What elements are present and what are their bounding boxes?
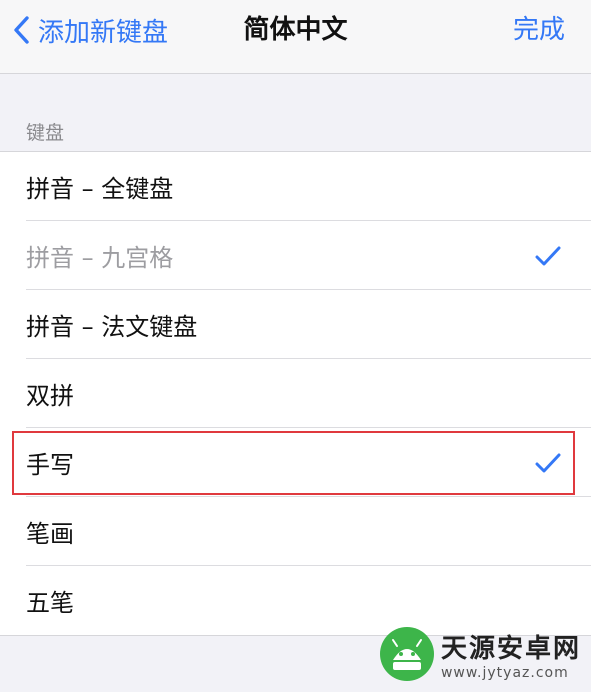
keyboard-row-pinyin-full[interactable]: 拼音 – 全键盘: [0, 152, 591, 221]
keyboard-row-label: 拼音 – 法文键盘: [26, 313, 198, 341]
page-title: 简体中文: [243, 15, 348, 45]
keyboard-row-shuangpin[interactable]: 双拼: [0, 359, 591, 428]
keyboard-list: 拼音 – 全键盘 拼音 – 九宫格 拼音 – 法文键盘 双拼 手写 笔画 五笔: [0, 151, 591, 636]
keyboard-row-label: 笔画: [26, 520, 74, 548]
keyboard-row-pinyin-9key[interactable]: 拼音 – 九宫格: [0, 221, 591, 290]
keyboard-row-label: 手写: [26, 451, 74, 479]
keyboard-row-label: 拼音 – 全键盘: [26, 175, 174, 203]
keyboard-row-wubi[interactable]: 五笔: [0, 566, 591, 635]
keyboard-row-label: 双拼: [26, 382, 74, 410]
navigation-bar: 添加新键盘 简体中文 完成: [0, 0, 591, 74]
keyboard-row-handwriting[interactable]: 手写: [0, 428, 591, 497]
keyboard-row-stroke[interactable]: 笔画: [0, 497, 591, 566]
keyboard-row-pinyin-french[interactable]: 拼音 – 法文键盘: [0, 290, 591, 359]
watermark-url: www.jytyaz.com: [440, 664, 569, 681]
checkmark-icon: [535, 246, 561, 265]
keyboard-row-label: 五笔: [26, 589, 74, 617]
checkmark-icon: [535, 453, 561, 472]
section-header-keyboards: 键盘: [26, 122, 65, 144]
keyboard-row-label: 拼音 – 九宫格: [26, 244, 174, 272]
done-button[interactable]: 完成: [513, 10, 565, 50]
